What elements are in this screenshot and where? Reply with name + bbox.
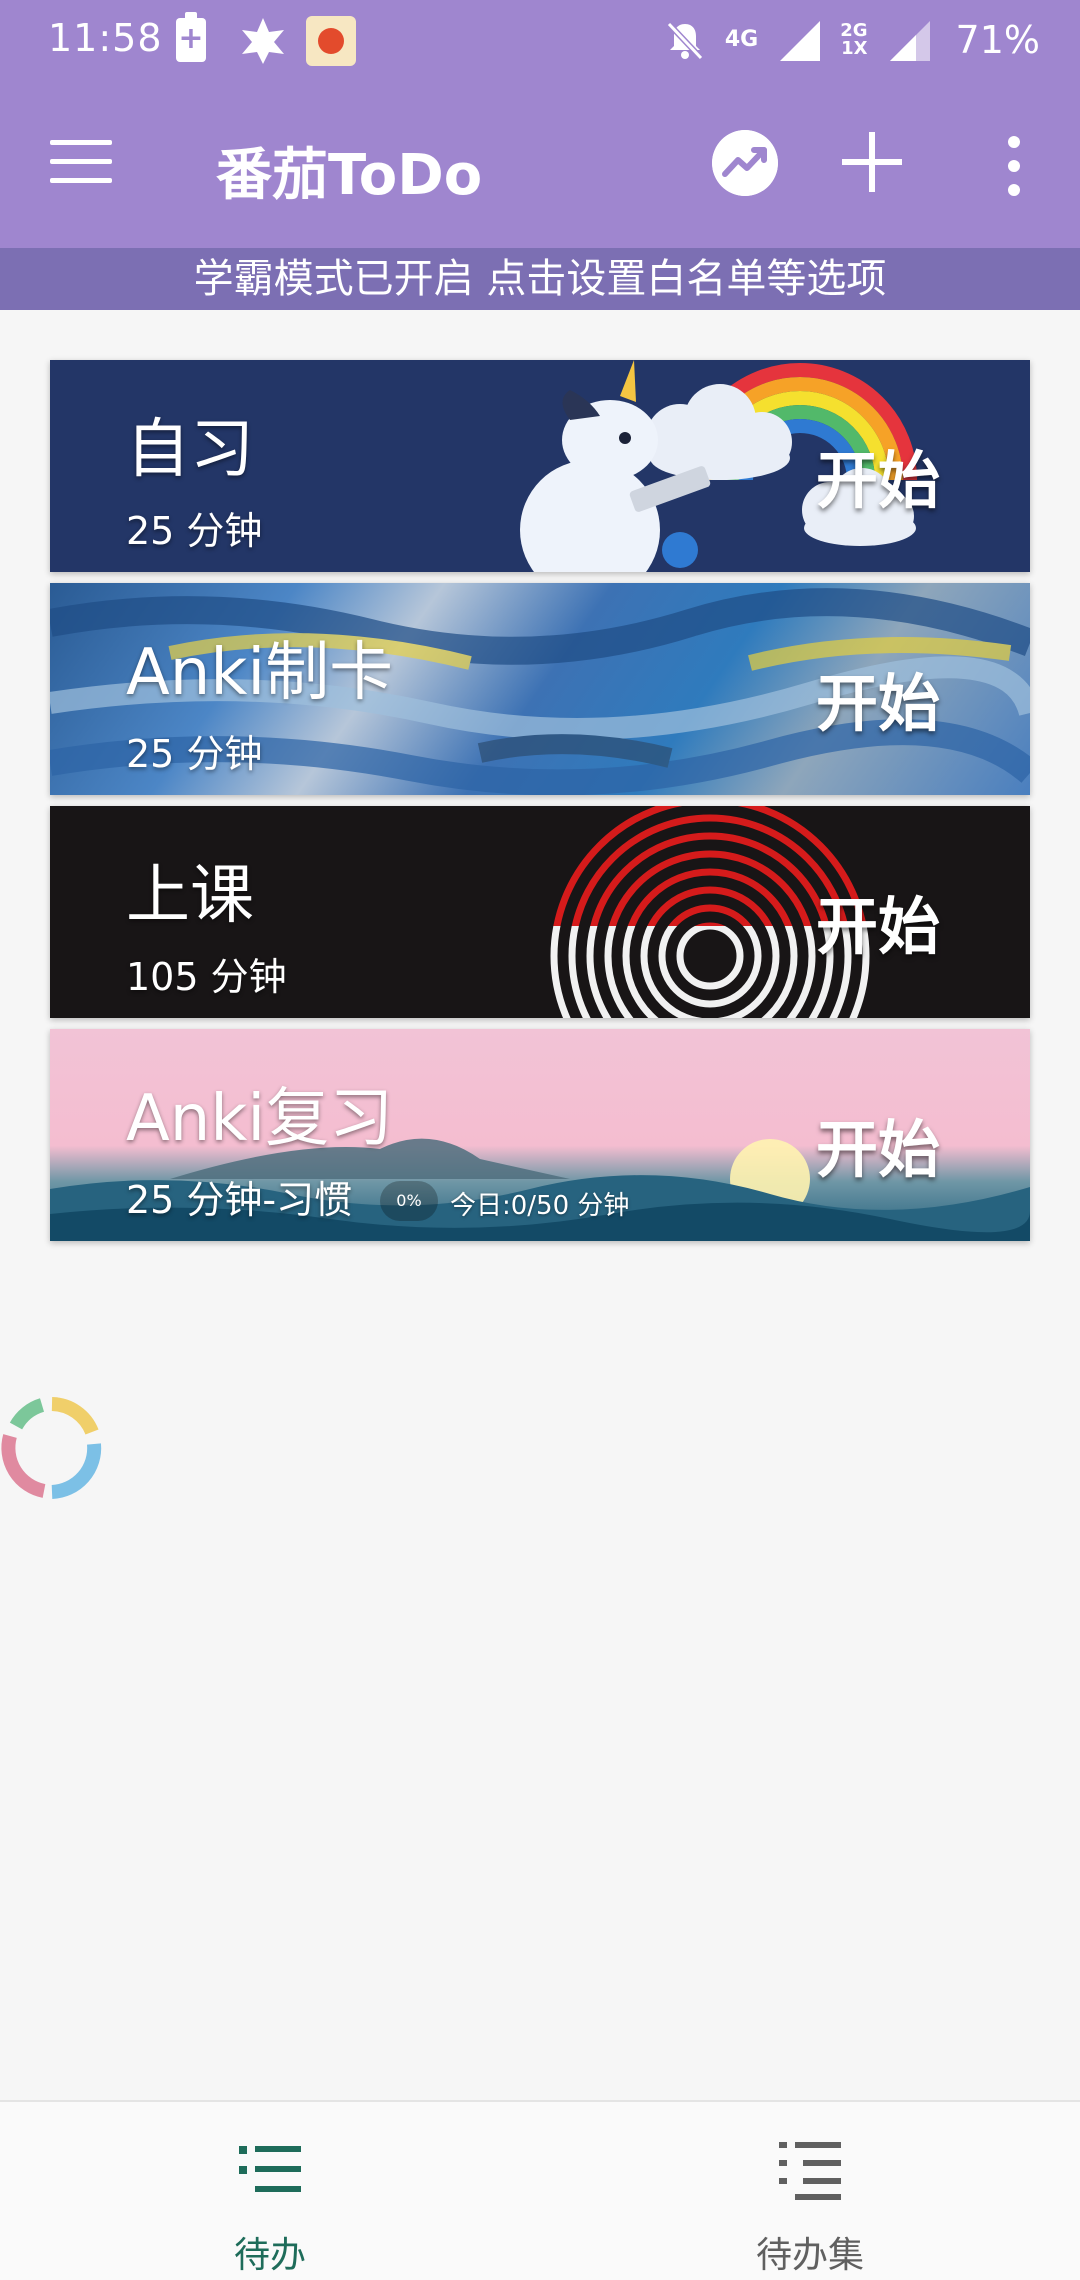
task-card[interactable]: Anki制卡 25 分钟 开始 xyxy=(50,583,1030,795)
app-title: 番茄ToDo xyxy=(216,143,483,208)
task-name: 上课 xyxy=(126,859,254,933)
start-button[interactable]: 开始 xyxy=(816,1099,940,1189)
stats-icon[interactable] xyxy=(712,130,778,196)
task-name: 自习 xyxy=(126,413,254,487)
bottom-navigation: 待办 待办集 xyxy=(0,2100,1080,2280)
bell-muted-icon xyxy=(666,21,704,61)
puzzle-icon xyxy=(242,18,284,64)
today-progress: 今日:0/50 分钟 xyxy=(450,1191,630,1221)
menu-icon[interactable] xyxy=(50,140,112,184)
start-button[interactable]: 开始 xyxy=(816,876,940,966)
task-duration: 105 分钟 xyxy=(126,955,287,999)
add-icon[interactable] xyxy=(842,132,902,192)
start-button[interactable]: 开始 xyxy=(816,430,940,520)
study-mode-banner[interactable]: 学霸模式已开启 点击设置白名单等选项 xyxy=(0,248,1080,310)
network-type: 4G xyxy=(724,27,759,52)
status-bar: 11:58 4G 2G 1X 71% xyxy=(0,0,1080,80)
more-icon[interactable] xyxy=(1006,136,1022,196)
task-name: Anki复习 xyxy=(126,1082,394,1156)
app-bar: 番茄ToDo xyxy=(0,80,1080,248)
list-set-icon xyxy=(779,2142,841,2200)
secondary-network: 2G 1X xyxy=(840,22,867,58)
status-time: 11:58 xyxy=(48,16,163,60)
battery-charging-icon xyxy=(176,12,206,62)
task-duration: 25 分钟 xyxy=(126,509,263,553)
task-card[interactable]: 自习 25 分钟 开始 xyxy=(50,360,1030,572)
battery-percentage: 71% xyxy=(955,18,1040,62)
secondary-network-bottom: 1X xyxy=(841,38,868,59)
nav-todo[interactable]: 待办 xyxy=(0,2102,540,2280)
task-card[interactable]: 上课 105 分钟 开始 xyxy=(50,806,1030,1018)
nav-todo-set-label: 待办集 xyxy=(755,2235,864,2276)
task-duration: 25 分钟-习惯 xyxy=(126,1178,353,1222)
tomato-app-icon xyxy=(306,16,356,66)
network-indicator: 4G xyxy=(724,27,759,52)
secondary-signal-icon xyxy=(889,21,930,61)
signal-icon xyxy=(780,21,821,61)
task-card[interactable]: Anki复习 25 分钟-习惯 0% 今日:0/50 分钟 开始 xyxy=(50,1029,1030,1241)
task-duration: 25 分钟 xyxy=(126,732,263,776)
nav-todo-set[interactable]: 待办集 xyxy=(540,2102,1080,2280)
list-icon xyxy=(239,2146,301,2192)
start-button[interactable]: 开始 xyxy=(816,653,940,743)
nav-todo-label: 待办 xyxy=(233,2235,306,2276)
task-name: Anki制卡 xyxy=(126,636,394,710)
loading-spinner-icon xyxy=(1,1397,102,1499)
habit-progress-badge: 0% xyxy=(380,1181,438,1221)
